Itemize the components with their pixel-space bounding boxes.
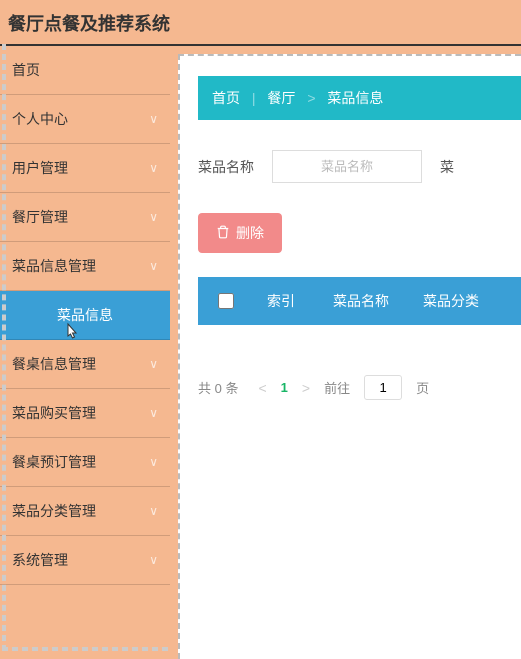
sidebar-item-label: 餐桌信息管理 bbox=[12, 354, 96, 374]
filter-cat-label: 菜 bbox=[440, 157, 454, 177]
pagination-prev[interactable]: < bbox=[258, 380, 266, 396]
sidebar-item-table-info[interactable]: 餐桌信息管理 ∨ bbox=[0, 340, 170, 389]
table-check-all[interactable] bbox=[206, 293, 246, 309]
app-title: 餐厅点餐及推荐系统 bbox=[8, 10, 513, 36]
sidebar-item-label: 个人中心 bbox=[12, 109, 68, 129]
dashed-border bbox=[2, 647, 168, 651]
sidebar-item-label: 菜品分类管理 bbox=[12, 501, 96, 521]
trash-icon bbox=[216, 225, 230, 242]
chevron-down-icon: ∨ bbox=[149, 357, 158, 371]
sidebar-item-label: 菜品购买管理 bbox=[12, 403, 96, 423]
chevron-down-icon: ∨ bbox=[149, 161, 158, 175]
delete-label: 删除 bbox=[236, 223, 264, 243]
breadcrumb-current: 菜品信息 bbox=[327, 90, 383, 106]
pagination-page-suffix: 页 bbox=[416, 378, 429, 397]
sidebar-item-label: 餐厅管理 bbox=[12, 207, 68, 227]
table-header: 索引 菜品名称 菜品分类 bbox=[198, 277, 521, 325]
sidebar-item-profile[interactable]: 个人中心 ∨ bbox=[0, 95, 170, 144]
filter-name-label: 菜品名称 bbox=[198, 157, 254, 177]
pagination-total: 共 0 条 bbox=[198, 378, 238, 397]
breadcrumb: 首页 | 餐厅 > 菜品信息 bbox=[198, 76, 521, 120]
sidebar-item-system[interactable]: 系统管理 ∨ bbox=[0, 536, 170, 585]
breadcrumb-separator: | bbox=[252, 90, 256, 106]
sidebar-item-users[interactable]: 用户管理 ∨ bbox=[0, 144, 170, 193]
app-header: 餐厅点餐及推荐系统 bbox=[0, 0, 521, 46]
filter-row: 菜品名称 菜 bbox=[198, 150, 521, 183]
main-container: 首页 个人中心 ∨ 用户管理 ∨ 餐厅管理 ∨ 菜品信息管理 ∨ 菜品信息 餐桌… bbox=[0, 46, 521, 659]
pagination-current[interactable]: 1 bbox=[281, 380, 288, 395]
chevron-down-icon: ∨ bbox=[149, 112, 158, 126]
chevron-down-icon: ∨ bbox=[149, 455, 158, 469]
sidebar-item-dish-buy[interactable]: 菜品购买管理 ∨ bbox=[0, 389, 170, 438]
sidebar-item-label: 菜品信息 bbox=[57, 305, 113, 325]
filter-name-input[interactable] bbox=[272, 150, 422, 183]
sidebar-item-dish-info-mgmt[interactable]: 菜品信息管理 ∨ bbox=[0, 242, 170, 291]
pagination-next[interactable]: > bbox=[302, 380, 310, 396]
sidebar-item-label: 系统管理 bbox=[12, 550, 68, 570]
chevron-down-icon: ∨ bbox=[149, 553, 158, 567]
delete-button[interactable]: 删除 bbox=[198, 213, 282, 253]
pagination-goto-input[interactable] bbox=[364, 375, 402, 400]
breadcrumb-section[interactable]: 餐厅 bbox=[267, 90, 295, 106]
sidebar-item-restaurant[interactable]: 餐厅管理 ∨ bbox=[0, 193, 170, 242]
sidebar-item-label: 菜品信息管理 bbox=[12, 256, 96, 276]
table-col-category: 菜品分类 bbox=[406, 291, 496, 311]
sidebar: 首页 个人中心 ∨ 用户管理 ∨ 餐厅管理 ∨ 菜品信息管理 ∨ 菜品信息 餐桌… bbox=[0, 46, 170, 659]
dashed-border bbox=[2, 44, 6, 651]
checkbox-all[interactable] bbox=[218, 293, 234, 309]
chevron-down-icon: ∨ bbox=[149, 259, 158, 273]
breadcrumb-separator: > bbox=[307, 90, 315, 106]
sidebar-item-table-book[interactable]: 餐桌预订管理 ∨ bbox=[0, 438, 170, 487]
main-content: 首页 | 餐厅 > 菜品信息 菜品名称 菜 删除 索引 菜品名称 菜品分类 bbox=[178, 54, 521, 659]
sidebar-item-home[interactable]: 首页 bbox=[0, 46, 170, 95]
pagination: 共 0 条 < 1 > 前往 页 bbox=[198, 375, 521, 400]
chevron-down-icon: ∨ bbox=[149, 504, 158, 518]
sidebar-item-dish-cat[interactable]: 菜品分类管理 ∨ bbox=[0, 487, 170, 536]
sidebar-item-dish-info[interactable]: 菜品信息 bbox=[0, 291, 170, 340]
breadcrumb-home[interactable]: 首页 bbox=[212, 90, 240, 106]
sidebar-item-label: 首页 bbox=[12, 60, 40, 80]
chevron-down-icon: ∨ bbox=[149, 406, 158, 420]
table-col-name: 菜品名称 bbox=[316, 291, 406, 311]
chevron-down-icon: ∨ bbox=[149, 210, 158, 224]
table-col-index: 索引 bbox=[246, 291, 316, 311]
pagination-goto-label: 前往 bbox=[324, 378, 350, 397]
sidebar-item-label: 用户管理 bbox=[12, 158, 68, 178]
sidebar-item-label: 餐桌预订管理 bbox=[12, 452, 96, 472]
